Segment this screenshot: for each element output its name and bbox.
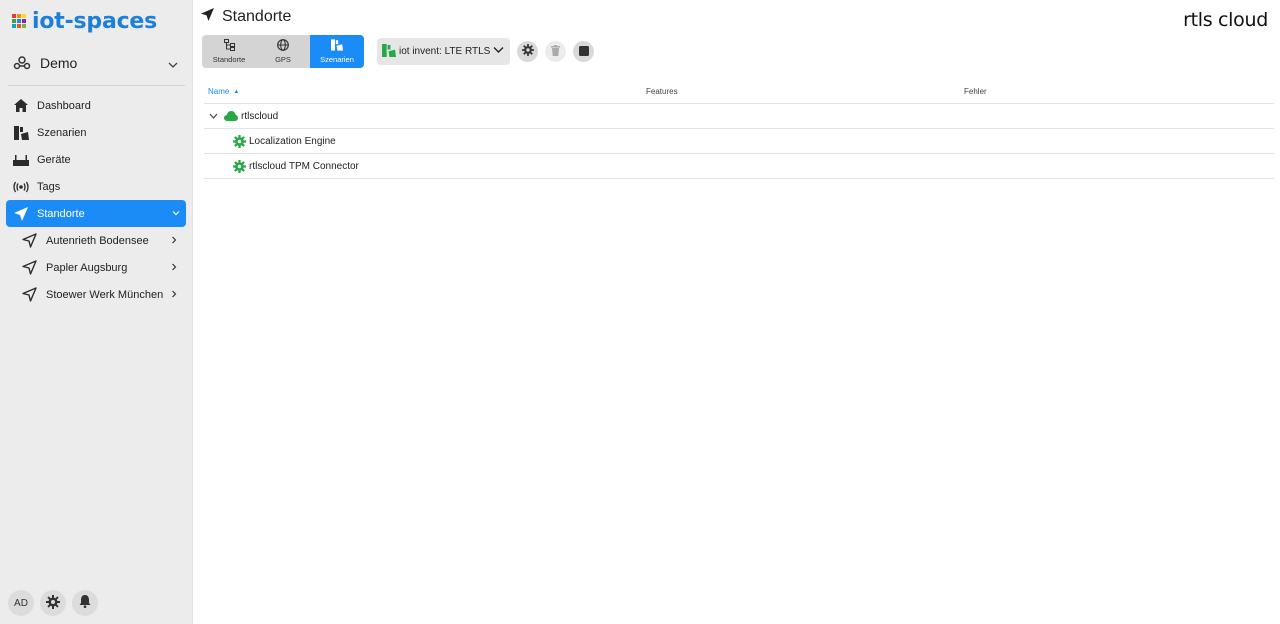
main-content: Standorte rtls cloud Standorte GPS Szena… (201, 0, 1280, 624)
tenant-selector[interactable]: Demo (12, 50, 182, 76)
column-header-fehler[interactable]: Fehler (964, 87, 1274, 96)
sidebar-item-label: Standorte (37, 207, 85, 220)
page-title-text: Standorte (222, 8, 292, 25)
bell-icon (79, 595, 91, 611)
brand-logo-icon (12, 14, 26, 28)
brand-logo-square (17, 19, 21, 23)
notifications-button[interactable] (72, 590, 98, 616)
sidebar-subitem-label: Autenrieth Bodensee (46, 234, 149, 247)
scenarios-icon (13, 125, 29, 141)
brand-logo-square (22, 19, 26, 23)
tenant-name: Demo (40, 55, 78, 71)
sort-asc-icon: ▲ (233, 88, 240, 95)
stop-icon (578, 44, 589, 59)
trash-icon (551, 44, 561, 59)
brand-logo-square (17, 14, 21, 18)
sidebar-item-label: Tags (37, 180, 61, 193)
gear-icon (46, 594, 60, 612)
tab-label: GPS (275, 55, 291, 64)
page-title: Standorte (201, 8, 291, 26)
table-row[interactable]: rtlscloud TPM Connector (204, 154, 1274, 179)
stop-button[interactable] (573, 41, 595, 62)
column-header-name[interactable]: Name ▲ (204, 87, 644, 96)
gear-icon (232, 134, 246, 148)
table-row[interactable]: Localization Engine (204, 129, 1274, 154)
brand-logo-square (12, 14, 16, 18)
tab-label: Standorte (212, 55, 246, 64)
sidebar-subitem-label: Stoewer Werk München (46, 288, 164, 301)
home-icon (13, 98, 29, 114)
toolbar: Standorte GPS Szenarien iot invent: LTE … (202, 35, 595, 68)
scenario-settings-button[interactable] (517, 41, 539, 62)
table-row[interactable]: rtlscloud (204, 104, 1274, 129)
brand[interactable]: iot-spaces (12, 8, 157, 34)
sidebar-item-standorte[interactable]: Standorte (6, 200, 186, 227)
sidebar-item-label: Szenarien (37, 126, 87, 139)
sidebar-item-szenarien[interactable]: Szenarien (6, 119, 186, 146)
globe-icon (277, 39, 289, 53)
row-name: Localization Engine (249, 135, 336, 147)
settings-button[interactable] (40, 590, 66, 616)
table-header: Name ▲ Features Fehler (204, 80, 1274, 104)
sidebar-item-label: Dashboard (37, 99, 91, 112)
sidebar-subitem-stoewer[interactable]: Stoewer Werk München (6, 281, 186, 308)
brand-logo-square (17, 24, 21, 28)
tab-gps[interactable]: GPS (256, 35, 310, 68)
brand-logo-square (12, 24, 16, 28)
scenario-dropdown[interactable]: iot invent: LTE RTLS (377, 38, 511, 65)
scenario-tree-table: Name ▲ Features Fehler rtlscloud Localiz… (204, 80, 1274, 179)
view-segmented-control: Standorte GPS Szenarien (202, 35, 364, 68)
sidebar: iot-spaces Demo Dashboard Szenarien Gerä… (0, 0, 193, 624)
brand-logo-square (22, 24, 26, 28)
location-arrow-icon (201, 8, 214, 26)
rtls-cloud-logo: rtls cloud (1183, 9, 1268, 31)
sidebar-item-geraete[interactable]: Geräte (6, 146, 186, 173)
location-arrow-outline-icon (20, 287, 38, 303)
column-header-label: Name (208, 87, 230, 96)
location-arrow-outline-icon (20, 233, 38, 249)
sidebar-footer: AD (8, 590, 98, 616)
chevron-down-icon[interactable] (209, 113, 219, 119)
tags-icon (13, 179, 29, 195)
scenarios-icon (331, 39, 343, 53)
row-name: rtlscloud TPM Connector (249, 160, 359, 172)
sidebar-item-tags[interactable]: Tags (6, 173, 186, 200)
sidebar-nav: Dashboard Szenarien Geräte Tags Standort… (6, 92, 186, 308)
tab-label: Szenarien (320, 55, 354, 64)
location-arrow-icon (13, 206, 29, 222)
sidebar-divider (8, 85, 185, 86)
sidebar-subitem-papler[interactable]: Papler Augsburg (6, 254, 186, 281)
sidebar-item-dashboard[interactable]: Dashboard (6, 92, 186, 119)
location-arrow-outline-icon (20, 260, 38, 276)
tab-szenarien[interactable]: Szenarien (310, 35, 364, 68)
chevron-down-icon (172, 208, 180, 220)
chevron-right-icon (170, 235, 178, 247)
brand-logo-square (22, 14, 26, 18)
hierarchy-icon (223, 39, 235, 53)
delete-button[interactable] (545, 41, 567, 62)
scenario-dropdown-value: iot invent: LTE RTLS (399, 46, 491, 57)
devices-icon (13, 152, 29, 168)
sidebar-subitem-autenrieth[interactable]: Autenrieth Bodensee (6, 227, 186, 254)
row-name: rtlscloud (241, 110, 279, 122)
gear-icon (521, 44, 534, 59)
chevron-right-icon (170, 289, 178, 301)
user-avatar-button[interactable]: AD (8, 590, 34, 616)
tab-standorte[interactable]: Standorte (202, 35, 256, 68)
tenant-icon (12, 53, 32, 73)
brand-name: iot-spaces (32, 8, 158, 34)
cloud-icon (224, 109, 238, 123)
sidebar-subitem-label: Papler Augsburg (46, 261, 128, 274)
gear-icon (232, 159, 246, 173)
column-header-features[interactable]: Features (644, 87, 964, 96)
chevron-down-icon (493, 46, 504, 57)
chevron-right-icon (170, 262, 178, 274)
brand-logo-square (12, 19, 16, 23)
scenarios-icon (382, 43, 396, 60)
sidebar-item-label: Geräte (37, 153, 71, 166)
chevron-down-icon (168, 58, 178, 68)
